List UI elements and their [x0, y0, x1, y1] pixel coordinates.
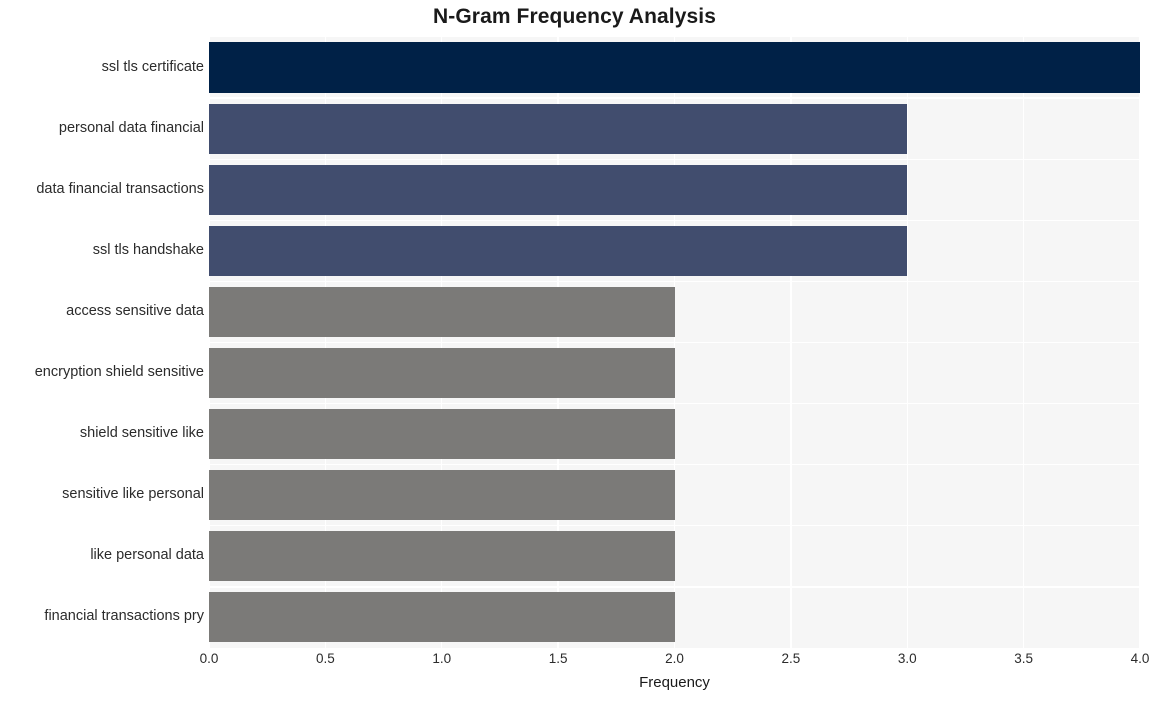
x-axis-tick-label: 3.5	[1014, 651, 1034, 666]
gridline-horizontal-3	[209, 219, 1140, 221]
x-axis-label: Frequency	[639, 674, 710, 691]
y-axis-tick-labels: ssl tls certificate personal data financi…	[0, 37, 204, 648]
y-axis-tick-label: sensitive like personal	[62, 486, 204, 503]
x-axis-tick-label: 1.5	[548, 651, 568, 666]
bar	[209, 409, 675, 460]
chart-title: N-Gram Frequency Analysis	[433, 5, 716, 28]
y-axis-tick-label: access sensitive data	[66, 302, 204, 319]
x-axis-tick-label: 0.5	[315, 651, 335, 666]
bar	[209, 531, 675, 582]
x-axis-tick-label: 0.0	[199, 651, 219, 666]
bar	[209, 592, 675, 643]
x-axis-tick-label: 1.0	[432, 651, 452, 666]
bar	[209, 225, 908, 276]
plot-area	[208, 37, 1141, 648]
bar	[209, 470, 675, 521]
gridline-horizontal-6	[209, 402, 1140, 405]
gridline-horizontal-5	[209, 341, 1140, 344]
gridline-horizontal-1	[209, 97, 1140, 99]
bar	[209, 347, 675, 399]
gridline-horizontal-9	[209, 586, 1140, 588]
x-axis-tick-label: 4.0	[1130, 651, 1149, 666]
bar	[209, 286, 675, 337]
gridline-horizontal-4	[209, 280, 1140, 283]
bar	[209, 103, 908, 154]
x-axis-tick-labels: 0.0 0.5 1.0 1.5 2.0 2.5 3.0 3.5 4.0	[200, 651, 1149, 673]
x-axis-tick-label: 3.0	[897, 651, 917, 666]
y-axis-tick-label: ssl tls handshake	[92, 241, 204, 258]
x-axis-tick-label: 2.5	[781, 651, 801, 666]
y-axis-tick-label: like personal data	[90, 547, 204, 564]
bar	[209, 42, 1140, 93]
chart-figure: N-Gram Frequency Analysis ssl tls certif…	[0, 0, 1149, 701]
gridline-horizontal-7	[209, 464, 1140, 466]
y-axis-tick-label: encryption shield sensitive	[34, 364, 204, 381]
y-axis-tick-label: shield sensitive like	[79, 425, 204, 442]
y-axis-tick-label: ssl tls certificate	[101, 58, 204, 75]
gridline-horizontal-8	[209, 525, 1140, 527]
y-axis-tick-label: personal data financial	[58, 119, 204, 136]
gridline-horizontal-2	[209, 158, 1140, 160]
x-axis-tick-label: 2.0	[665, 651, 684, 666]
bar	[209, 164, 908, 215]
y-axis-tick-label: data financial transactions	[36, 180, 204, 197]
y-axis-tick-label: financial transactions pry	[44, 608, 204, 625]
